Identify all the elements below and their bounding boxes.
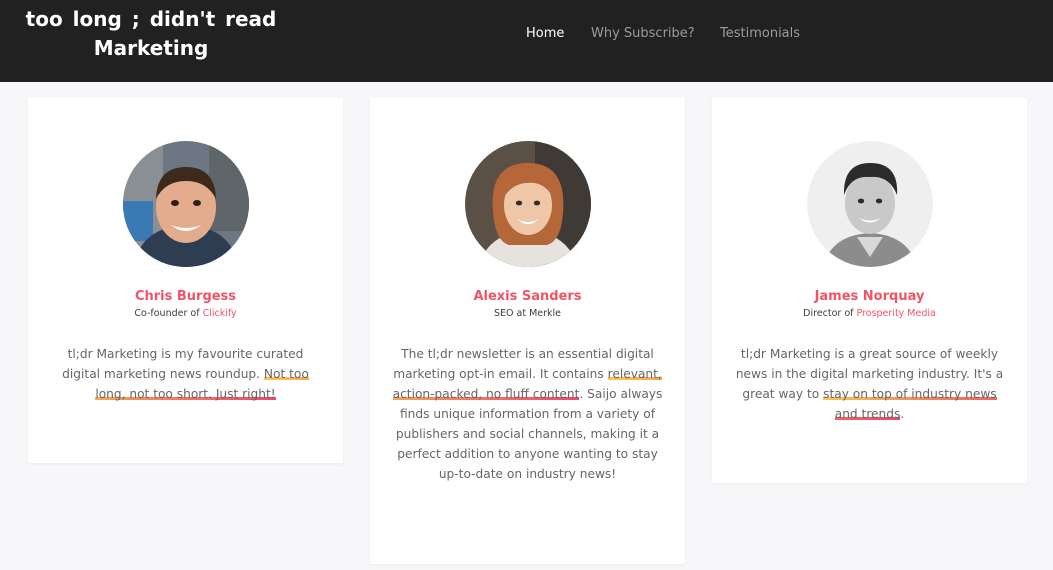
site-logo[interactable]: too long ; didn't read Marketing [20,5,282,63]
avatar [464,141,591,267]
role-text: Director of [803,308,857,319]
testimonial-quote: tl;dr Marketing is a great source of wee… [734,344,1005,424]
testimonial-name: Alexis Sanders [473,289,582,304]
testimonial-role: Co-founder of Clickify [28,308,343,319]
nav-testimonials[interactable]: Testimonials [720,26,800,41]
testimonial-card: Alexis Sanders SEO at Merkle The tl;dr n… [370,98,685,564]
logo-line-1: too long ; didn't read [25,7,277,31]
company-link[interactable]: Clickify [203,308,237,319]
quote-highlight: stay on top of industry news and trends [823,387,997,421]
testimonial-name: Chris Burgess [134,289,237,304]
testimonial-card: Chris Burgess Co-founder of Clickify tl;… [28,98,343,463]
logo-line-2: Marketing [93,36,209,60]
nav-why-subscribe[interactable]: Why Subscribe? [591,26,695,41]
testimonial-name: James Norquay [814,289,925,304]
quote-text-end: . Saijo always finds unique information … [395,387,663,481]
avatar [806,141,933,267]
testimonial-role: Director of Prosperity Media [712,308,1027,319]
role-text: Co-founder of [134,308,203,319]
testimonial-quote: The tl;dr newsletter is an essential dig… [392,344,663,484]
company-link[interactable]: Prosperity Media [857,308,936,319]
testimonial-card: James Norquay Director of Prosperity Med… [712,98,1027,483]
testimonial-quote: tl;dr Marketing is my favourite curated … [50,344,321,404]
testimonial-role: SEO at Merkle [370,308,685,319]
avatar [122,141,249,267]
role-text: SEO at Merkle [493,308,562,319]
nav-home[interactable]: Home [526,26,564,41]
site-header: too long ; didn't read Marketing Home Wh… [0,0,1053,82]
quote-text-end: . [900,407,905,421]
